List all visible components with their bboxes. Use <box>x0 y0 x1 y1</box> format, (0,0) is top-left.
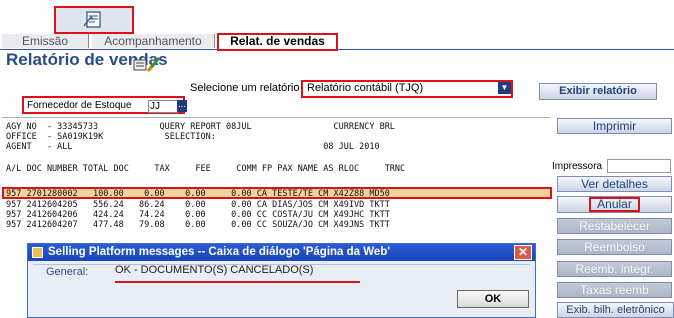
report-header-line: AGENT - ALL 08 JUL 2010 <box>6 142 380 152</box>
fornecedor-input[interactable]: JJ <box>148 100 178 113</box>
fornecedor-field-group: Fornecedor de Estoque JJ ... <box>22 96 187 114</box>
anular-button[interactable]: Anular <box>557 196 672 213</box>
reembolso-button[interactable]: Reembolso <box>557 239 672 255</box>
taxas-reemb-button[interactable]: Taxas reemb <box>557 282 672 298</box>
general-label: General: <box>46 266 89 278</box>
report-row[interactable]: 957 2701280002 100.00 0.00 0.00 0.00 CA … <box>6 189 390 199</box>
report-header-line: A/L DOC NUMBER TOTAL DOC TAX FEE COMM FP… <box>6 164 406 174</box>
impressora-label: Impressora <box>552 161 603 172</box>
ver-detalhes-button[interactable]: Ver detalhes <box>557 176 672 192</box>
imprimir-button[interactable]: Imprimir <box>557 118 672 134</box>
dialog-app-icon <box>32 247 43 258</box>
tab-acompanhamento[interactable]: Acompanhamento <box>92 34 215 48</box>
restabelecer-button[interactable]: Restabelecer <box>557 218 672 234</box>
exib-bilh-eletronico-button[interactable]: Exib. bilh. eletrônico <box>557 302 674 318</box>
report-select-value: Relatório contábil (TJQ) <box>307 82 424 94</box>
exibir-relatorio-button[interactable]: Exibir relatório <box>539 83 657 100</box>
report-row[interactable]: 957 2412604206 424.24 74.24 0.00 0.00 CC… <box>6 210 390 220</box>
tab-emissao[interactable]: Emissão <box>2 34 89 48</box>
tab-relat-vendas[interactable]: Relat. de vendas <box>217 33 338 51</box>
document-icon <box>83 11 101 28</box>
report-header-line: AGY NO - 33345733 QUERY REPORT 08JUL CUR… <box>6 122 395 132</box>
report-select-label: Selecione um relatório <box>190 82 300 94</box>
report-row[interactable]: 957 2412604205 556.24 86.24 0.00 0.00 CA… <box>6 200 390 210</box>
dialog-title: Selling Platform messages -- Caixa de di… <box>48 246 391 258</box>
anular-label: Anular <box>589 197 640 212</box>
ok-button[interactable]: OK <box>457 290 529 308</box>
impressora-input[interactable] <box>607 159 671 173</box>
chevron-down-icon[interactable]: ▼ <box>498 82 511 94</box>
dialog-titlebar: Selling Platform messages -- Caixa de di… <box>28 244 535 261</box>
report-icon-button[interactable] <box>54 6 134 34</box>
report-header-line: OFFICE - SA019K19K SELECTION: <box>6 132 216 142</box>
print-preview-icon <box>133 57 161 72</box>
dialog-message: OK - DOCUMENTO(S) CANCELADO(S) <box>115 264 360 283</box>
reemb-integr-button[interactable]: Reemb. integr. <box>557 261 672 277</box>
fornecedor-label: Fornecedor de Estoque <box>27 100 132 111</box>
tab-bar: Emissão Acompanhamento Relat. de vendas <box>0 33 674 51</box>
close-icon[interactable]: ✕ <box>514 245 532 260</box>
lookup-icon[interactable]: ... <box>177 100 187 112</box>
report-row[interactable]: 957 2412604207 477.48 79.08 0.00 0.00 CC… <box>6 220 390 230</box>
report-select[interactable]: Relatório contábil (TJQ) ▼ <box>301 80 513 98</box>
